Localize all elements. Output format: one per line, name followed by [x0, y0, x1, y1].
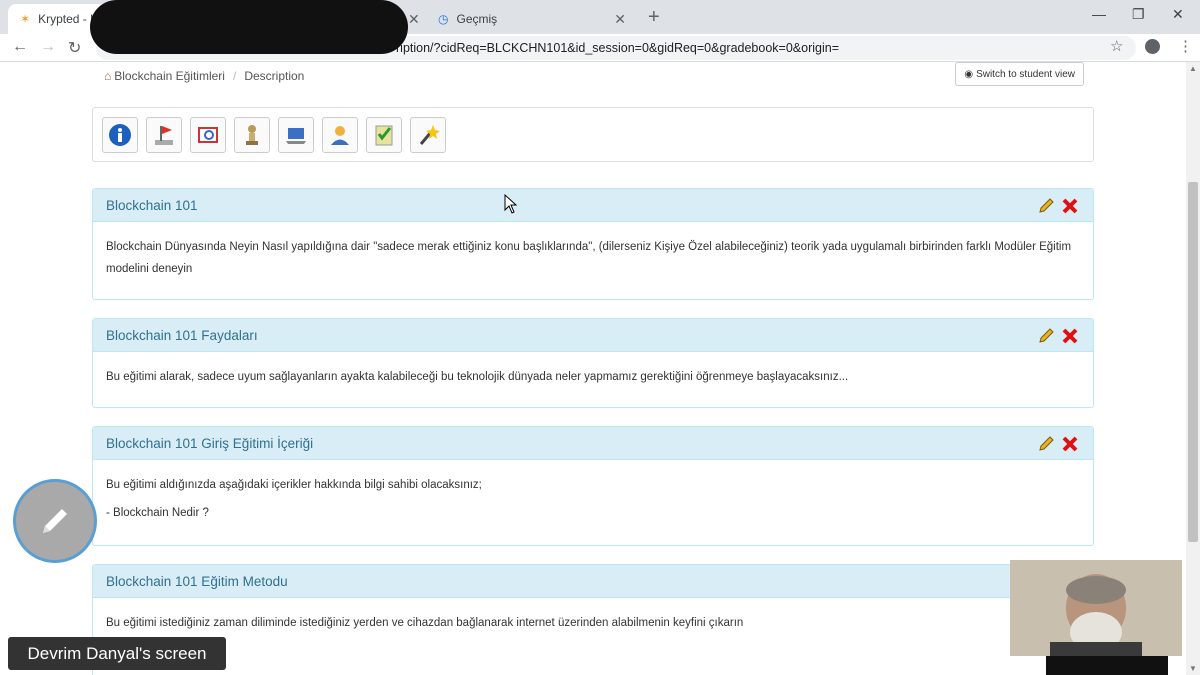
- delete-x-icon[interactable]: [1061, 197, 1079, 215]
- switch-to-student-view-button[interactable]: ◉ Switch to student view: [955, 62, 1084, 86]
- pawn-icon: [246, 125, 258, 145]
- panel-body: Blockchain Dünyasında Neyin Nasıl yapıld…: [93, 222, 1093, 300]
- content-panel: Blockchain 101 Giriş Eğitimi İçeriği Bu …: [92, 426, 1094, 546]
- tool-wand-button[interactable]: [410, 117, 446, 153]
- pencil-icon: [43, 509, 67, 533]
- info-icon: [109, 124, 131, 146]
- panel-text: Bu eğitimi aldığınızda aşağıdaki içerikl…: [106, 479, 482, 491]
- tool-laptop-button[interactable]: [278, 117, 314, 153]
- breadcrumb-current: Description: [244, 69, 305, 83]
- breadcrumb-separator: /: [232, 69, 237, 83]
- reload-icon[interactable]: ↻: [68, 38, 81, 58]
- presenter-video-icon: [1010, 560, 1182, 656]
- panel-heading: Blockchain 101 Eğitim Metodu: [93, 565, 1093, 598]
- tool-flag-button[interactable]: [146, 117, 182, 153]
- screen-share-label: Devrim Danyal's screen: [8, 637, 226, 670]
- panel-title: Blockchain 101: [106, 198, 198, 213]
- panel-title: Blockchain 101 Eğitim Metodu: [106, 574, 288, 589]
- redaction-block: [90, 0, 408, 54]
- tab-title: Krypted - K: [38, 12, 99, 26]
- flag-icon: [155, 126, 173, 145]
- panel-body: Bu eğitimi alarak, sadece uyum sağlayanl…: [93, 352, 1093, 408]
- mouse-cursor-icon: [504, 194, 518, 214]
- back-arrow-icon[interactable]: ←: [12, 38, 28, 56]
- forward-arrow-icon[interactable]: →: [40, 38, 56, 56]
- annotate-pen-button[interactable]: [13, 479, 97, 563]
- tool-user-button[interactable]: [322, 117, 358, 153]
- minimize-icon[interactable]: —: [1092, 6, 1106, 22]
- delete-x-icon[interactable]: [1061, 327, 1079, 345]
- panel-title: Blockchain 101 Giriş Eğitimi İçeriği: [106, 436, 314, 451]
- restore-icon[interactable]: ❐: [1132, 6, 1145, 23]
- history-icon: ◷: [438, 12, 449, 26]
- page-scrollbar[interactable]: ▲ ▼: [1186, 62, 1200, 675]
- panel-body: Bu eğitimi aldığınızda aşağıdaki içerikl…: [93, 460, 1093, 544]
- benefits-panel: Blockchain 101 Faydaları Bu eğitimi alar…: [92, 318, 1094, 408]
- breadcrumb-home-link[interactable]: Blockchain Eğitimleri: [114, 69, 225, 83]
- tool-book-button[interactable]: [190, 117, 226, 153]
- panel-heading: Blockchain 101 Giriş Eğitimi İçeriği: [93, 427, 1093, 460]
- scroll-down-icon[interactable]: ▼: [1189, 664, 1197, 673]
- book-icon: [198, 127, 218, 143]
- panel-title: Blockchain 101 Faydaları: [106, 328, 258, 343]
- panel-heading: Blockchain 101: [93, 189, 1093, 222]
- close-tab-icon[interactable]: ✕: [408, 11, 420, 28]
- panel-text: Bu eğitimi istediğiniz zaman diliminde i…: [106, 617, 744, 629]
- laptop-icon: [286, 128, 306, 144]
- checklist-icon: [375, 125, 393, 146]
- scroll-up-icon[interactable]: ▲: [1189, 64, 1197, 73]
- site-favicon-icon: ✶: [20, 12, 31, 26]
- panel-text: - Blockchain Nedir ?: [106, 507, 209, 519]
- panel-text: Blockchain Dünyasında Neyin Nasıl yapıld…: [106, 241, 1072, 275]
- tab-title: Geçmiş: [456, 12, 498, 26]
- account-avatar-icon[interactable]: [1145, 39, 1160, 54]
- edit-pencil-icon[interactable]: [1037, 435, 1055, 453]
- switch-button-label: Switch to student view: [976, 68, 1075, 80]
- home-icon: ⌂: [104, 69, 112, 83]
- webcam-caption-bar: [1046, 656, 1168, 675]
- panel-heading: Blockchain 101 Faydaları: [93, 319, 1093, 352]
- new-tab-button[interactable]: +: [648, 6, 660, 29]
- tool-info-button[interactable]: [102, 117, 138, 153]
- breadcrumb: ⌂ Blockchain Eğitimleri / Description ◉ …: [92, 62, 1092, 90]
- close-tab-icon[interactable]: ✕: [614, 11, 626, 28]
- webcam-video: [1010, 560, 1182, 656]
- scrollbar-thumb[interactable]: [1188, 182, 1198, 542]
- bookmark-star-icon[interactable]: ☆: [1110, 37, 1123, 55]
- menu-kebab-icon[interactable]: ⋮: [1178, 37, 1193, 55]
- edit-pencil-icon[interactable]: [1037, 197, 1055, 215]
- wand-icon: [419, 125, 440, 145]
- eye-icon: ◉: [964, 68, 974, 80]
- panel-body: Bu eğitimi istediğiniz zaman diliminde i…: [93, 598, 1093, 654]
- description-panel: Blockchain 101 Blockchain Dünyasında Ney…: [92, 188, 1094, 300]
- close-window-icon[interactable]: ✕: [1172, 6, 1184, 23]
- tool-checklist-button[interactable]: [366, 117, 402, 153]
- delete-x-icon[interactable]: [1061, 435, 1079, 453]
- method-panel: Blockchain 101 Eğitim Metodu Bu eğitimi …: [92, 564, 1094, 675]
- tool-pawn-button[interactable]: [234, 117, 270, 153]
- panel-text: Bu eğitimi alarak, sadece uyum sağlayanl…: [106, 371, 849, 383]
- tab-history[interactable]: ◷ Geçmiş ✕: [426, 4, 636, 34]
- user-icon: [331, 126, 349, 145]
- course-tools-bar: [92, 107, 1094, 162]
- page-content: ⌂ Blockchain Eğitimleri / Description ◉ …: [0, 62, 1186, 675]
- edit-pencil-icon[interactable]: [1037, 327, 1055, 345]
